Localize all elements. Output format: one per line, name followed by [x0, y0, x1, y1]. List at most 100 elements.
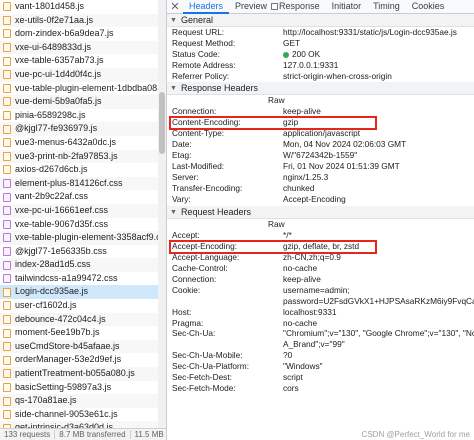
file-row[interactable]: vue-table-plugin-element-1dbdba08.js — [0, 82, 158, 96]
file-row[interactable]: vue-pc-ui-1d4d0f4c.js — [0, 67, 158, 82]
status-ok-icon — [283, 51, 289, 58]
file-row[interactable]: dom-zindex-b6a9dea7.js — [0, 27, 158, 41]
file-row[interactable]: tailwindcss-a1a99472.css — [0, 272, 158, 286]
file-row[interactable]: useCmdStore-b45afaae.js — [0, 339, 158, 354]
file-row[interactable]: vue-demi-5b9a0fa5.js — [0, 95, 158, 109]
css-file-icon — [3, 274, 11, 284]
file-row[interactable]: vue3-menus-6432a0dc.js — [0, 136, 158, 150]
file-row[interactable]: vant-2b9c22af.css — [0, 190, 158, 204]
file-row[interactable]: qs-170a81ae.js — [0, 394, 158, 408]
header-name: Cache-Control: — [172, 263, 228, 274]
file-row[interactable]: index-28ad1d5.css — [0, 258, 158, 272]
file-list: vant-1801d458.js xe-utils-0f2e71aa.js dom-… — [0, 0, 158, 428]
header-name: Etag: — [172, 150, 192, 161]
general-section-header[interactable]: ▼ General — [167, 14, 474, 27]
header-value: "Chromium";v="130", "Google Chrome";v="1… — [283, 328, 474, 339]
header-value: Fri, 01 Nov 2024 01:51:39 GMT — [283, 160, 400, 171]
scrollbar-thumb[interactable] — [159, 92, 165, 154]
file-row[interactable]: vxe-table-6357ab73.js — [0, 54, 158, 68]
request-header-row: Cookie: username=admin; — [167, 285, 474, 296]
header-value: 127.0.0.1:9331 — [283, 59, 339, 70]
header-name: Vary: — [172, 193, 191, 204]
tab-cookies[interactable]: Cookies — [406, 0, 451, 14]
file-name: patientTreatment-b055a080.js — [15, 368, 135, 379]
request-header-row: Host: localhost:9331 — [167, 307, 474, 318]
raw-label: Raw — [268, 219, 285, 230]
close-icon[interactable]: ✕ — [167, 0, 183, 13]
file-row[interactable]: vant-1801d458.js — [0, 0, 158, 14]
file-list-scrollbar[interactable] — [158, 0, 166, 428]
file-row[interactable]: debounce-472c04c4.js — [0, 312, 158, 327]
file-name: pinia-6589298c.js — [15, 109, 86, 120]
file-row[interactable]: user-cf1602d.js — [0, 299, 158, 313]
request-header-row: password=U2FsdGVkX1+HJPSAsaRKzM6iy9FvqCa… — [167, 296, 474, 307]
raw-checkbox[interactable] — [271, 3, 278, 10]
tab-timing[interactable]: Timing — [367, 0, 406, 14]
file-row[interactable]: basicSetting-59897a3.js — [0, 381, 158, 395]
js-file-icon — [3, 355, 11, 365]
file-name: side-channel-9053e61c.js — [15, 408, 118, 419]
file-name: @kjgl77-fe936979.js — [15, 123, 98, 134]
file-name: tailwindcss-a1a99472.css — [15, 272, 118, 283]
tab-headers[interactable]: Headers — [183, 0, 230, 14]
css-file-icon — [3, 246, 11, 256]
raw-toggle-row: Raw — [167, 95, 474, 106]
request-header-rows: Accept: */* Accept-Encoding: gzip, deflate,… — [167, 230, 474, 393]
file-name: get-intrinsic-d3a63d0d.js — [15, 422, 114, 428]
file-row[interactable]: Login-dcc935ae.js — [0, 285, 158, 300]
header-name: Server: — [172, 171, 199, 182]
request-headers-section-header[interactable]: ▼ Request Headers — [167, 3, 474, 220]
file-row[interactable]: @kjgl77-1e56335b.css — [0, 245, 158, 259]
header-value: "Windows" — [283, 361, 323, 372]
file-row[interactable]: vxe-pc-ui-16661eef.css — [0, 203, 158, 218]
file-row[interactable]: pinia-6589298c.js — [0, 109, 158, 123]
file-name: vue-table-plugin-element-1dbdba08.js — [15, 82, 158, 93]
file-name: vue3-menus-6432a0dc.js — [15, 136, 117, 147]
response-header-row: Connection: keep-alive — [167, 106, 474, 117]
resources-size: 11.5 MB re — [134, 430, 166, 439]
request-header-row: Sec-Fetch-Mode: cors — [167, 383, 474, 394]
file-row[interactable]: vue3-print-nb-2fa97853.js — [0, 149, 158, 164]
file-row[interactable]: @kjgl77-fe936979.js — [0, 122, 158, 136]
general-rows: Request URL: http://localhost:9331/static… — [167, 27, 474, 81]
file-row[interactable]: moment-5ee19b7b.js — [0, 326, 158, 340]
file-row[interactable]: xe-utils-0f2e71aa.js — [0, 13, 158, 28]
header-name: Request Method: — [172, 37, 236, 48]
tab-preview[interactable]: Preview — [229, 0, 273, 14]
file-row[interactable]: orderManager-53e2d9ef.js — [0, 353, 158, 367]
file-name: @kjgl77-1e56335b.css — [15, 245, 107, 256]
general-row: Request URL: http://localhost:9331/static… — [167, 27, 474, 38]
tab-response[interactable]: Response — [273, 0, 326, 14]
header-name: Connection: — [172, 274, 217, 285]
js-file-icon — [3, 165, 11, 175]
request-header-row: A_Brand";v="99" — [167, 339, 474, 350]
tab-initiator[interactable]: Initiator — [326, 0, 368, 14]
header-name: Content-Type: — [172, 128, 225, 139]
js-file-icon — [3, 369, 11, 379]
request-header-row: Cache-Control: no-cache — [167, 263, 474, 274]
header-name: Referrer Policy: — [172, 70, 230, 81]
file-row[interactable]: side-channel-9053e61c.js — [0, 408, 158, 422]
response-header-row: Server: nginx/1.25.3 — [167, 172, 474, 183]
header-value: password=U2FsdGVkX1+HJPSAsaRKzM6iy9FvqCa… — [283, 295, 474, 306]
file-row[interactable]: get-intrinsic-d3a63d0d.js — [0, 421, 158, 428]
file-name: Login-dcc935ae.js — [15, 286, 89, 297]
request-details-panel: ✕ Headers Preview Response Initiator Tim… — [166, 0, 474, 440]
file-row[interactable]: vxe-table-plugin-element-3358acf9.css — [0, 231, 158, 245]
response-header-row: Vary: Accept-Encoding — [167, 194, 474, 205]
response-headers-section-header[interactable]: ▼ Response Headers — [167, 3, 474, 96]
file-row[interactable]: vxe-table-9067d35f.css — [0, 218, 158, 232]
file-row[interactable]: vxe-ui-6489833d.js — [0, 40, 158, 55]
header-name: Cookie: — [172, 284, 201, 295]
js-file-icon — [3, 396, 11, 406]
request-header-row: Accept-Encoding: gzip, deflate, br, zstd — [167, 241, 474, 252]
file-row[interactable]: patientTreatment-b055a080.js — [0, 367, 158, 381]
file-row[interactable]: element-plus-814126cf.css — [0, 176, 158, 191]
file-name: orderManager-53e2d9ef.js — [15, 354, 122, 365]
js-file-icon — [3, 15, 11, 25]
css-file-icon — [3, 179, 11, 189]
file-row[interactable]: axios-d267d6cb.js — [0, 163, 158, 177]
css-file-icon — [3, 233, 11, 243]
header-name: Date: — [172, 139, 192, 150]
request-header-row: Accept: */* — [167, 230, 474, 241]
